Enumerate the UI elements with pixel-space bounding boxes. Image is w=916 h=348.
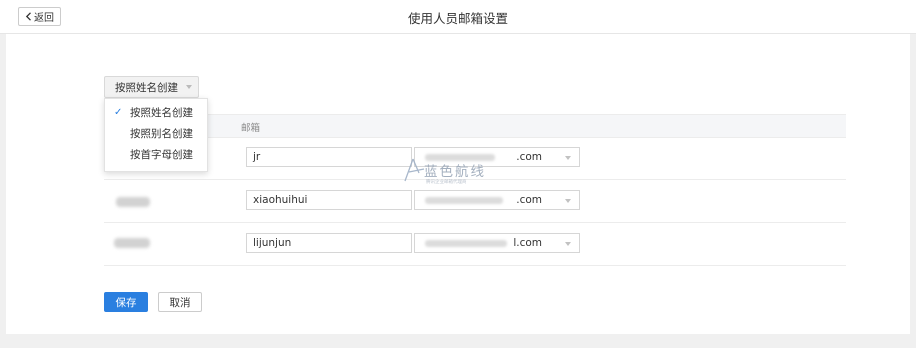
chevron-down-icon bbox=[565, 156, 571, 160]
chevron-down-icon bbox=[186, 85, 192, 89]
redacted-email bbox=[425, 240, 507, 247]
alias-input[interactable]: xiaohuihui bbox=[246, 190, 412, 210]
save-button[interactable]: 保存 bbox=[104, 292, 148, 312]
alias-input-value: jr bbox=[253, 151, 261, 163]
redacted-name bbox=[116, 197, 150, 207]
creation-mode-value: 按照姓名创建 bbox=[115, 81, 178, 94]
alias-input-value: lijunjun bbox=[253, 237, 292, 249]
check-icon: ✓ bbox=[114, 107, 123, 118]
email-domain: l.com bbox=[513, 237, 542, 249]
email-select[interactable]: l.com bbox=[414, 233, 580, 253]
redacted-name bbox=[114, 238, 150, 248]
row-divider bbox=[104, 265, 846, 266]
top-bar: 返回 使用人员邮箱设置 bbox=[0, 0, 916, 34]
cancel-button[interactable]: 取消 bbox=[158, 292, 202, 312]
creation-mode-menu: ✓ 按照姓名创建 按照别名创建 按首字母创建 bbox=[104, 98, 208, 172]
table-header bbox=[104, 114, 846, 138]
chevron-down-icon bbox=[565, 199, 571, 203]
menu-option-by-alias[interactable]: 按照别名创建 bbox=[105, 124, 207, 144]
email-domain: .com bbox=[516, 151, 542, 163]
page-title: 使用人员邮箱设置 bbox=[407, 11, 508, 26]
email-select[interactable]: .com bbox=[414, 190, 580, 210]
watermark-logo-icon bbox=[404, 158, 425, 182]
chevron-down-icon bbox=[565, 242, 571, 246]
menu-option-by-name[interactable]: ✓ 按照姓名创建 bbox=[105, 103, 207, 123]
alias-input[interactable]: lijunjun bbox=[246, 233, 412, 253]
watermark-subtext: 腾讯企业邮箱代理商 bbox=[426, 180, 467, 185]
menu-option-label: 按照别名创建 bbox=[130, 128, 193, 140]
menu-option-by-initials[interactable]: 按首字母创建 bbox=[105, 145, 207, 165]
watermark-text: 蓝色航线 bbox=[424, 164, 486, 180]
row-divider bbox=[104, 222, 846, 223]
alias-input[interactable]: jr bbox=[246, 147, 412, 167]
alias-input-value: xiaohuihui bbox=[253, 194, 308, 206]
menu-option-label: 按首字母创建 bbox=[130, 149, 193, 161]
email-domain: .com bbox=[516, 194, 542, 206]
content-panel: 按照姓名创建 邮箱 jr .com xiaohuihui .com lijunj… bbox=[6, 34, 910, 334]
menu-option-label: 按照姓名创建 bbox=[130, 107, 193, 119]
creation-mode-select[interactable]: 按照姓名创建 bbox=[104, 76, 199, 98]
redacted-email bbox=[425, 197, 503, 204]
column-header-email: 邮箱 bbox=[241, 123, 261, 134]
watermark: 蓝色航线 腾讯企业邮箱代理商 bbox=[404, 158, 484, 185]
